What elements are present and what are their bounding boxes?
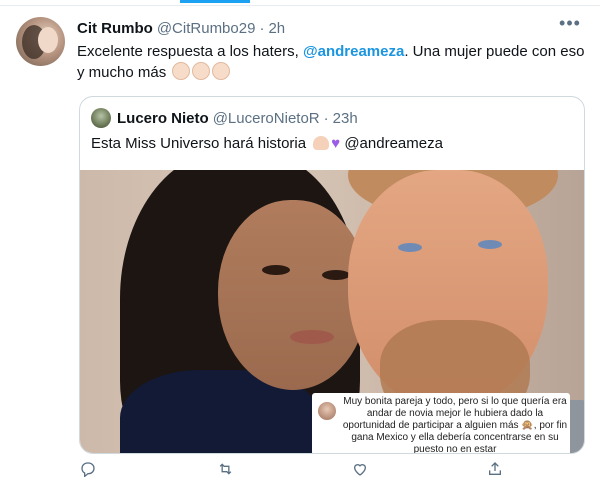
quote-author-avatar[interactable]: [91, 108, 111, 128]
clap-emoji-icon: [192, 62, 211, 80]
share-icon[interactable]: [484, 461, 506, 481]
tweet-text-part: Excelente respuesta a los haters,: [77, 43, 303, 60]
photo-eye: [262, 265, 290, 275]
quote-header: Lucero Nieto @LuceroNietoR · 23h: [117, 107, 358, 129]
tweet-text: Excelente respuesta a los haters, @andre…: [77, 41, 587, 83]
tweet-actions: [77, 461, 587, 481]
photo-woman-face: [218, 200, 368, 390]
tweet-time[interactable]: 2h: [268, 20, 285, 37]
author-handle[interactable]: @CitRumbo29: [157, 20, 256, 37]
quote-text: Esta Miss Universo hará historia ♥ @andr…: [91, 135, 443, 152]
photo-eye: [478, 240, 502, 249]
photo-lips: [290, 330, 334, 344]
quote-author-name[interactable]: Lucero Nieto: [117, 110, 209, 127]
quote-text-body: Esta Miss Universo hará historia: [91, 135, 307, 152]
quoted-tweet[interactable]: Lucero Nieto @LuceroNietoR · 23h Esta Mi…: [79, 96, 585, 454]
flexed-arm-emoji-icon: [313, 136, 330, 150]
comment-avatar: [318, 402, 336, 420]
photo-eye: [398, 243, 422, 252]
purple-heart-emoji-icon: ♥: [331, 135, 341, 152]
comment-overlay: Muy bonita pareja y todo, pero si lo que…: [312, 393, 570, 453]
like-icon[interactable]: [349, 461, 371, 481]
quote-author-handle[interactable]: @LuceroNietoR: [213, 110, 320, 127]
separator-dot: ·: [323, 109, 329, 127]
clap-emoji-icon: [172, 62, 191, 80]
author-name[interactable]: Cit Rumbo: [77, 20, 153, 37]
retweet-icon[interactable]: [214, 461, 236, 481]
separator-dot: ·: [259, 19, 265, 37]
comment-text: Muy bonita pareja y todo, pero si lo que…: [342, 396, 568, 453]
mention-link[interactable]: @andreameza: [303, 43, 404, 60]
reply-icon[interactable]: [77, 461, 99, 481]
active-tab-indicator: [180, 0, 250, 3]
photo-eye: [322, 270, 350, 280]
quote-mention[interactable]: @andreameza: [344, 135, 443, 152]
tweet-header: Cit Rumbo @CitRumbo29 · 2h: [77, 18, 285, 38]
quote-photo[interactable]: Muy bonita pareja y todo, pero si lo que…: [80, 170, 584, 453]
more-options-icon[interactable]: •••: [558, 14, 582, 36]
tweet[interactable]: Cit Rumbo @CitRumbo29 · 2h ••• Excelente…: [0, 5, 600, 482]
clap-emoji-icon: [212, 62, 231, 80]
quote-time[interactable]: 23h: [333, 110, 358, 127]
author-avatar[interactable]: [16, 17, 65, 66]
